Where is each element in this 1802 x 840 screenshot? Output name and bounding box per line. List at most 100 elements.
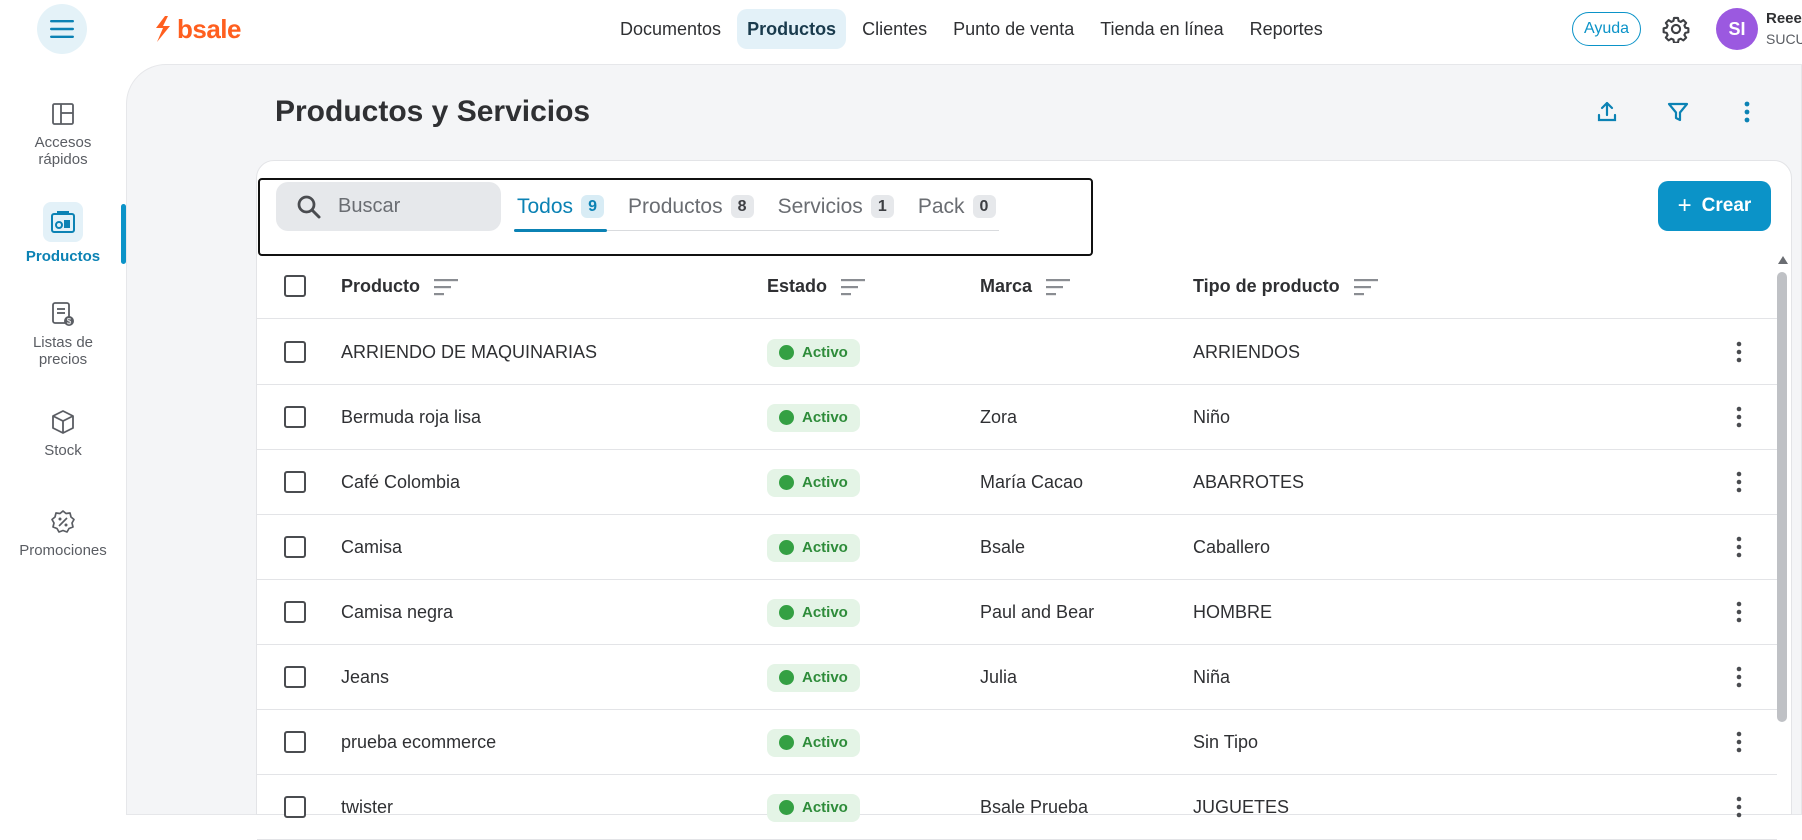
sidebar-item-accesos-rapidos[interactable]: Accesos rápidos [0, 100, 126, 168]
sort-icon [1353, 278, 1378, 295]
row-checkbox[interactable] [284, 601, 306, 623]
cell-producto: Camisa negra [341, 580, 453, 645]
more-options-button[interactable] [1733, 98, 1761, 126]
table-row[interactable]: Camisa Activo Bsale Caballero [257, 515, 1777, 580]
row-actions-button[interactable] [1727, 730, 1751, 754]
status-dot-icon [779, 345, 794, 360]
user-avatar[interactable]: SI [1716, 8, 1758, 50]
status-dot-icon [779, 410, 794, 425]
sidebar-item-stock[interactable]: Stock [0, 408, 126, 459]
cell-producto: Café Colombia [341, 450, 460, 515]
kebab-menu-icon [1736, 601, 1742, 623]
nav-punto-de-venta[interactable]: Punto de venta [943, 9, 1084, 49]
status-badge: Activo [767, 663, 860, 692]
kebab-menu-icon [1736, 731, 1742, 753]
export-button[interactable] [1593, 98, 1621, 126]
product-name: prueba ecommerce [341, 732, 497, 752]
row-checkbox[interactable] [284, 471, 306, 493]
row-checkbox[interactable] [284, 341, 306, 363]
create-label: Crear [1701, 195, 1752, 216]
status-badge: Activo [767, 793, 860, 822]
table-row[interactable]: Bermuda roja lisa Activo Zora Niño [257, 385, 1777, 450]
hamburger-menu-button[interactable] [37, 4, 87, 54]
cell-estado: Activo [767, 515, 860, 580]
table-row[interactable]: prueba ecommerce Activo Sin Tipo [257, 710, 1777, 775]
brand-name: Julia [980, 667, 1018, 687]
cell-tipo: ABARROTES [1193, 450, 1304, 515]
filter-button[interactable] [1664, 98, 1692, 126]
cell-estado: Activo [767, 580, 860, 645]
nav-documentos[interactable]: Documentos [610, 9, 731, 49]
help-button[interactable]: Ayuda [1572, 12, 1641, 46]
column-header-tipo-de-producto[interactable]: Tipo de producto [1193, 254, 1378, 319]
cell-estado: Activo [767, 775, 860, 840]
row-checkbox[interactable] [284, 406, 306, 428]
column-header-producto[interactable]: Producto [341, 254, 458, 319]
row-checkbox[interactable] [284, 536, 306, 558]
status-badge: Activo [767, 338, 860, 367]
row-checkbox[interactable] [284, 731, 306, 753]
scrollbar-thumb[interactable] [1777, 272, 1787, 722]
row-actions-button[interactable] [1727, 470, 1751, 494]
table-row[interactable]: twister Activo Bsale Prueba JUGUETES [257, 775, 1777, 840]
select-all-checkbox[interactable] [284, 275, 306, 297]
brand-name: Bsale [980, 537, 1026, 557]
row-actions-button[interactable] [1727, 665, 1751, 689]
product-type: Niño [1193, 407, 1231, 427]
sidebar-item-promociones[interactable]: Promociones [0, 508, 126, 559]
user-branch: SUCU [1766, 31, 1802, 47]
sidebar-label: precios [38, 351, 88, 368]
filter-icon [1667, 102, 1689, 122]
user-name[interactable]: Reee [1766, 10, 1802, 27]
brand-name: Zora [980, 407, 1018, 427]
column-header-estado[interactable]: Estado [767, 254, 866, 319]
kebab-menu-icon [1744, 101, 1750, 123]
cell-producto: Jeans [341, 645, 389, 710]
status-badge: Activo [767, 598, 860, 627]
status-label: Activo [802, 344, 848, 361]
cell-tipo: Sin Tipo [1193, 710, 1258, 775]
brand-logo[interactable]: bsale [153, 13, 242, 44]
row-actions-button[interactable] [1727, 600, 1751, 624]
status-dot-icon [779, 605, 794, 620]
row-actions-button[interactable] [1727, 340, 1751, 364]
kebab-menu-icon [1736, 666, 1742, 688]
create-button[interactable]: + Crear [1658, 181, 1771, 231]
kebab-menu-icon [1736, 341, 1742, 363]
hamburger-icon [50, 20, 74, 38]
column-header-marca[interactable]: Marca [980, 254, 1071, 319]
kebab-menu-icon [1736, 406, 1742, 428]
row-actions-button[interactable] [1727, 535, 1751, 559]
nav-clientes[interactable]: Clientes [852, 9, 937, 49]
sidebar-item-productos[interactable]: Productos [0, 202, 126, 265]
main-nav: Documentos Productos Clientes Punto de v… [610, 9, 1333, 49]
cell-estado: Activo [767, 710, 860, 775]
price-list-icon: $ [49, 300, 77, 328]
table-row[interactable]: Camisa negra Activo Paul and Bear HOMBRE [257, 580, 1777, 645]
nav-productos[interactable]: Productos [737, 9, 847, 49]
sidebar-label: Listas de [32, 334, 94, 351]
table-row[interactable]: Café Colombia Activo María Cacao ABARROT… [257, 450, 1777, 515]
brand-name: Paul and Bear [980, 602, 1095, 622]
status-dot-icon [779, 800, 794, 815]
table-row[interactable]: Jeans Activo Julia Niña [257, 645, 1777, 710]
nav-reportes[interactable]: Reportes [1240, 9, 1333, 49]
row-actions-button[interactable] [1727, 405, 1751, 429]
row-actions-button[interactable] [1727, 795, 1751, 819]
settings-button[interactable] [1662, 15, 1690, 44]
sidebar-item-listas-de-precios[interactable]: $ Listas de precios [0, 300, 126, 368]
status-badge: Activo [767, 728, 860, 757]
row-checkbox[interactable] [284, 666, 306, 688]
nav-tienda-en-linea[interactable]: Tienda en línea [1090, 9, 1233, 49]
cell-tipo: ARRIENDOS [1193, 320, 1300, 385]
cell-estado: Activo [767, 320, 860, 385]
status-label: Activo [802, 734, 848, 751]
status-label: Activo [802, 539, 848, 556]
kebab-menu-icon [1736, 471, 1742, 493]
brand-name: bsale [177, 13, 242, 44]
product-name: ARRIENDO DE MAQUINARIAS [341, 342, 598, 362]
scroll-up-arrow[interactable] [1778, 256, 1788, 264]
cell-tipo: HOMBRE [1193, 580, 1272, 645]
table-row[interactable]: ARRIENDO DE MAQUINARIAS Activo ARRIENDOS [257, 320, 1777, 385]
cell-producto: Bermuda roja lisa [341, 385, 481, 450]
